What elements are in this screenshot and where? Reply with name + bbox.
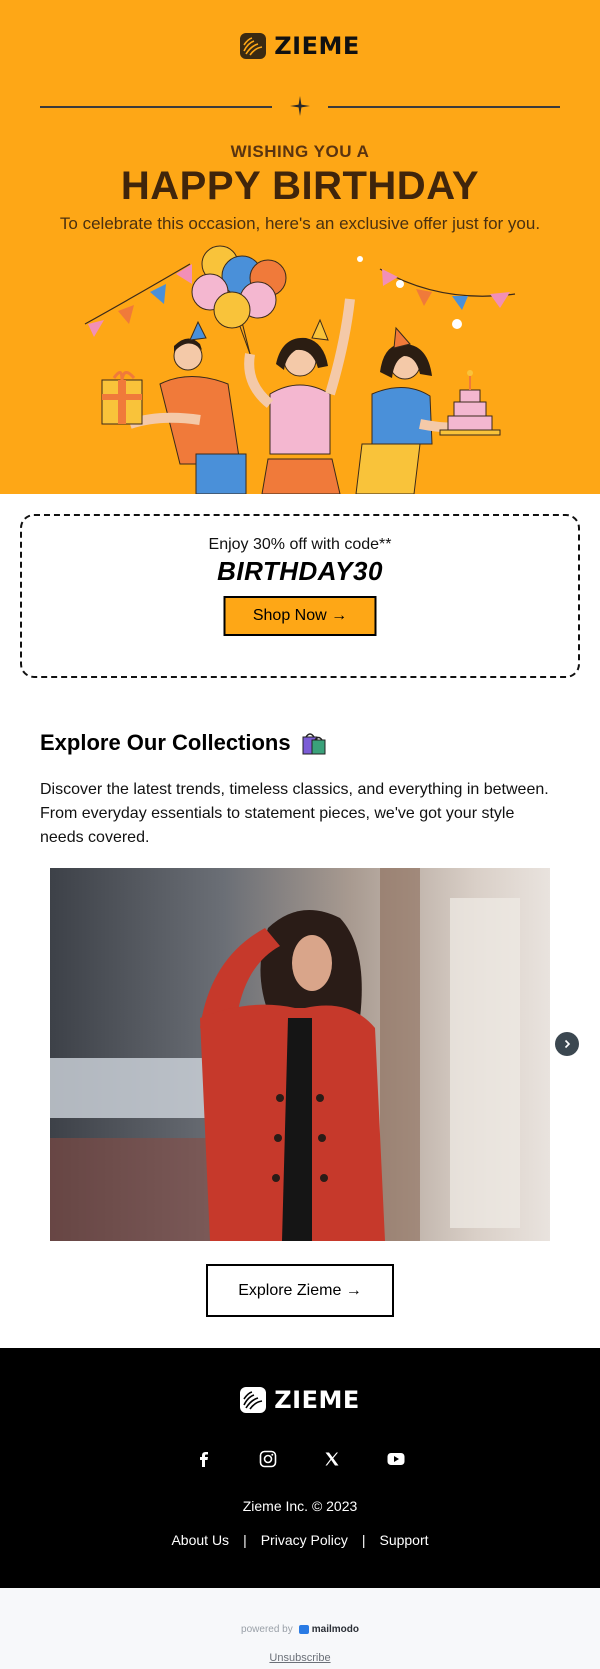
link-separator: | [243,1532,247,1548]
carousel-next-button[interactable] [555,1032,579,1056]
chevron-right-icon [564,1039,571,1049]
collections-heading: Explore Our Collections [40,730,327,756]
hero-banner: ZIEME WISHING YOU A HAPPY BIRTHDAY To ce… [0,0,600,494]
link-separator: | [361,1532,366,1548]
powered-by-badge[interactable]: powered by mailmodo [0,1624,600,1635]
collections-section: Explore Our Collections Discover the lat… [0,694,600,1348]
mailmodo-logo-icon [298,1625,309,1634]
shop-now-button[interactable]: Shop Now → [223,596,377,636]
hero-headline: HAPPY BIRTHDAY [120,164,480,208]
coupon-section: Enjoy 30% off with code** BIRTHDAY30 Sho… [0,494,600,694]
youtube-icon[interactable] [385,1448,407,1470]
about-us-link[interactable]: About Us [171,1532,229,1548]
hero-subline: To celebrate this occasion, here's an ex… [59,214,541,233]
collections-title: Explore Our Collections [40,730,291,755]
instagram-icon[interactable] [257,1448,279,1470]
footer: ZIEME Zieme Inc. © 2023 About Us | Priva… [0,1348,600,1588]
provider-logo: mailmodo [298,1624,359,1635]
coupon-code: BIRTHDAY30 [217,556,383,586]
collections-description: Discover the latest trends, timeless cla… [40,781,549,846]
birthday-party-illustration [84,245,516,494]
sparkle-icon [290,96,310,116]
provider-name: mailmodo [311,1624,359,1635]
unsubscribe-link[interactable]: Unsubscribe [0,1652,600,1664]
explore-button[interactable]: Explore Zieme → [206,1264,394,1317]
copyright-text: Zieme Inc. © 2023 [242,1498,358,1514]
discount-text: Enjoy 30% off with code** [208,536,392,553]
facebook-icon[interactable] [193,1448,215,1470]
email-meta-footer: powered by mailmodo Unsubscribe [0,1588,600,1669]
email-page: ZIEME WISHING YOU A HAPPY BIRTHDAY To ce… [0,0,600,1669]
shopping-bags-icon [302,733,326,755]
brand-name: ZIEME [274,1386,360,1414]
footer-logo[interactable]: ZIEME [0,1386,600,1414]
brand-name: ZIEME [274,32,360,60]
brand-logo[interactable]: ZIEME [0,32,600,60]
privacy-policy-link[interactable]: Privacy Policy [261,1532,348,1548]
support-link[interactable]: Support [379,1532,428,1548]
hero-eyebrow: WISHING YOU A [230,142,370,161]
coupon-card: Enjoy 30% off with code** BIRTHDAY30 Sho… [20,514,580,678]
x-icon[interactable] [321,1448,343,1470]
fashion-photo[interactable] [50,868,550,1241]
logo-mark-icon [240,33,267,59]
decorative-divider [40,96,560,116]
footer-links: About Us | Privacy Policy | Support [0,1532,600,1548]
social-links [0,1448,600,1470]
logo-mark-icon [240,1387,267,1413]
powered-by-text: powered by [241,1624,293,1635]
